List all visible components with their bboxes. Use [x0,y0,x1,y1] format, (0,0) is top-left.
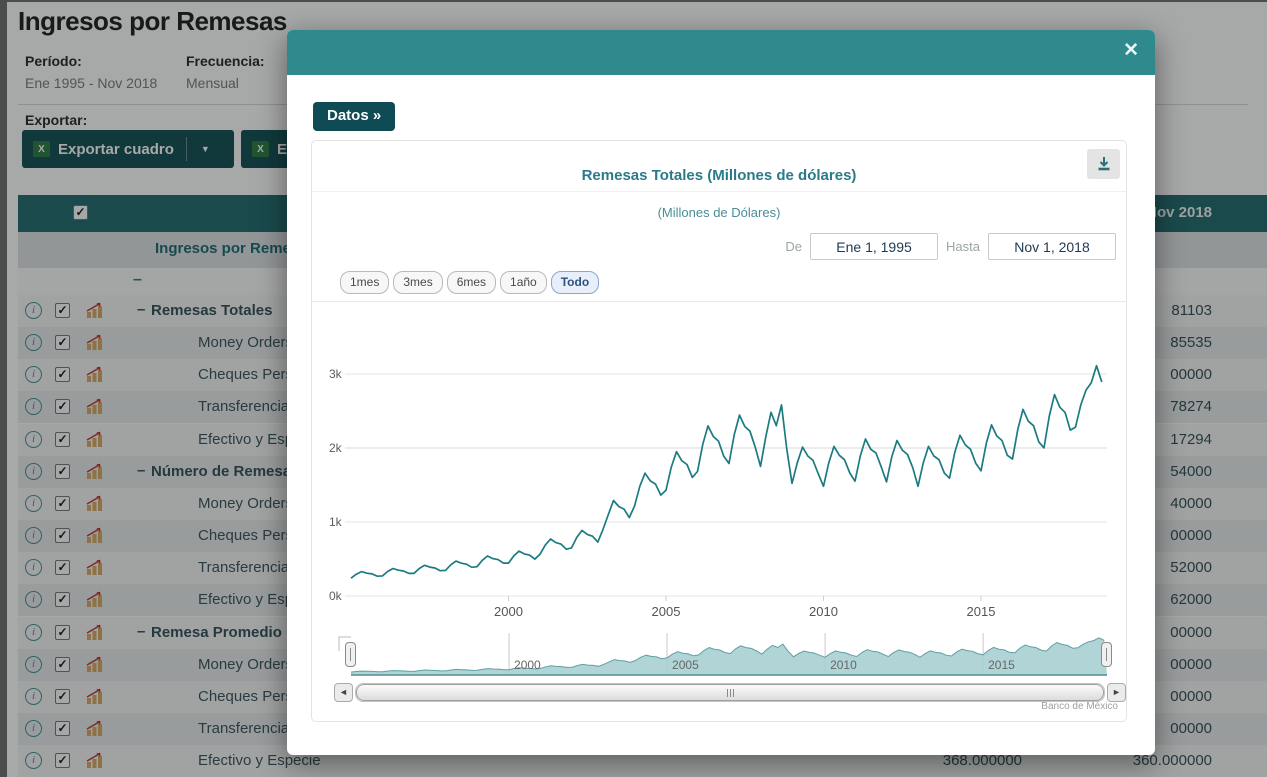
svg-text:2005: 2005 [672,658,699,672]
chart-credit: Banco de México [1041,701,1118,712]
navigator-right-handle[interactable] [1101,642,1112,667]
close-icon[interactable]: ✕ [1123,39,1139,62]
svg-text:2k: 2k [329,441,343,455]
banxico-remesas-page: Ingresos por Remesas Período: Ene 1995 -… [0,0,1267,777]
from-label: De [785,239,802,254]
divider [312,301,1126,302]
divider [312,191,1126,192]
range-button-6mes[interactable]: 6mes [447,271,496,294]
range-button-3mes[interactable]: 3mes [393,271,442,294]
navigator-left-handle[interactable] [345,642,356,667]
datos-button[interactable]: Datos » [313,102,395,131]
svg-text:2010: 2010 [809,604,838,619]
to-date-input[interactable] [988,233,1116,260]
modal-header: ✕ [287,30,1155,75]
svg-text:2010: 2010 [830,658,857,672]
navigator-scrollbar: ◄ ► [334,683,1126,702]
to-label: Hasta [946,239,980,254]
range-button-1mes[interactable]: 1mes [340,271,389,294]
svg-text:2015: 2015 [967,604,996,619]
chart-card: Remesas Totales (Millones de dólares) (M… [311,140,1127,722]
svg-text:0k: 0k [329,589,343,603]
range-button-todo[interactable]: Todo [551,271,599,294]
from-date-input[interactable] [810,233,938,260]
chart-title: Remesas Totales (Millones de dólares) [312,167,1126,184]
svg-text:2015: 2015 [988,658,1015,672]
chart-modal: ✕ Datos » Remesas Totales (Millones de d… [287,30,1155,755]
svg-text:1k: 1k [329,515,343,529]
svg-text:2005: 2005 [652,604,681,619]
scrollbar-track[interactable] [355,683,1105,702]
scrollbar-thumb[interactable] [356,684,1104,701]
range-selector: 1mes3mes6mes1añoTodo [340,271,599,294]
remittances-line-chart: 0k 1k 2k 3k 2000 2005 2010 2015 [325,306,1115,622]
range-button-1año[interactable]: 1año [500,271,547,294]
svg-text:2000: 2000 [494,604,523,619]
svg-text:2000: 2000 [514,658,541,672]
chart-subtitle: (Millones de Dólares) [312,205,1126,220]
scroll-right-arrow-icon[interactable]: ► [1107,683,1126,702]
date-range-controls: De Hasta [785,233,1116,260]
svg-text:3k: 3k [329,367,343,381]
navigator-area-chart[interactable]: 2000 2005 2010 2015 [325,629,1115,681]
scroll-left-arrow-icon[interactable]: ◄ [334,683,353,702]
